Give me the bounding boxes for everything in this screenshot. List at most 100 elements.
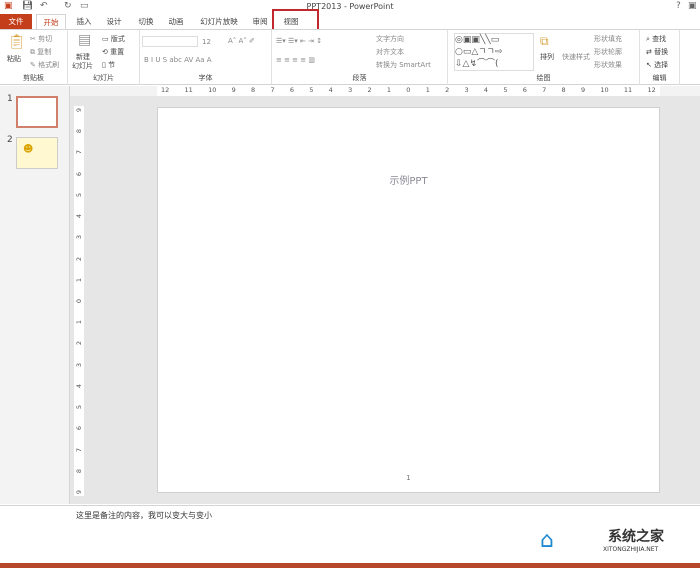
cut-button[interactable]: ✂ 剪切: [30, 34, 52, 44]
align-text-button[interactable]: 对齐文本: [376, 47, 404, 57]
list-icons[interactable]: ☰▾ ☰▾ ⇤ ⇥ ↕: [276, 37, 322, 45]
ruler-tick-label: 3: [74, 362, 83, 367]
ruler-tick-label: 1: [74, 277, 83, 282]
quick-styles-button[interactable]: 快速样式: [562, 52, 590, 62]
select-label: 选择: [654, 61, 669, 69]
tab-transitions[interactable]: 切换: [134, 14, 158, 29]
ribbon-tabs: 文件 开始 插入 设计 切换 动画 幻灯片放映 审阅 视图: [0, 14, 700, 29]
tab-home[interactable]: 开始: [36, 14, 66, 29]
ruler-tick-label: 8: [251, 86, 256, 94]
slide-page-number: 1: [406, 474, 411, 482]
ruler-tick-label: 12: [161, 86, 170, 94]
layout-button[interactable]: ▭ 版式: [102, 34, 125, 44]
notes-pane[interactable]: 这里是备注的内容，我可以变大与变小 ⌂ 系统之家 XITONGZHIJIA.NE…: [0, 505, 700, 563]
tab-file[interactable]: 文件: [0, 14, 32, 29]
emoji-image: ☻: [23, 144, 34, 155]
tab-insert[interactable]: 插入: [72, 14, 96, 29]
shape-effects-button[interactable]: 形状效果: [594, 60, 622, 70]
font-size-input[interactable]: 12: [202, 38, 211, 46]
find-label: 查找: [652, 35, 667, 43]
grow-shrink-font-icon[interactable]: A˄ A˅ ✐: [228, 37, 255, 45]
ruler-tick-label: 3: [74, 235, 83, 240]
ruler-tick-label: 2: [367, 86, 372, 94]
paste-button[interactable]: 粘贴: [7, 54, 21, 64]
ruler-tick-label: 3: [348, 86, 353, 94]
slide-thumbnail-1[interactable]: [16, 96, 58, 128]
ruler-tick-label: 7: [74, 150, 83, 155]
group-label: 幻灯片: [93, 74, 114, 82]
ruler-tick-label: 6: [74, 426, 83, 431]
ruler-tick-label: 4: [328, 86, 333, 94]
ruler-tick-label: 12: [647, 86, 656, 94]
new-slide-label-2[interactable]: 幻灯片: [72, 61, 93, 71]
shapes-gallery[interactable]: ◎▣▣╲╲▭ ○▭△ㄱㄱ⇨ ⇩△↯⌒⌒(: [454, 33, 534, 71]
ruler-tick-label: 1: [425, 86, 430, 94]
ribbon: 📋︎ 粘贴 ✂ 剪切 ⧉ 复制 ✎ 格式刷 剪贴板 ▤ 新建 幻灯片 ▭ 版式 …: [0, 29, 700, 85]
text-direction-button[interactable]: 文字方向: [376, 34, 404, 44]
ruler-tick-label: 4: [74, 214, 83, 219]
tab-review[interactable]: 审阅: [248, 14, 272, 29]
ruler-tick-label: 2: [445, 86, 450, 94]
shape-fill-button[interactable]: 形状填充: [594, 34, 622, 44]
ruler-tick-label: 9: [231, 86, 236, 94]
font-name-input[interactable]: [142, 36, 198, 47]
ruler-tick-label: 1: [386, 86, 392, 94]
reset-button[interactable]: ⟲ 重置: [102, 47, 124, 57]
group-label: 段落: [352, 74, 367, 82]
ruler-tick-label: 8: [561, 86, 566, 94]
format-painter-button[interactable]: ✎ 格式刷: [30, 60, 59, 70]
group-label: 绘图: [536, 74, 551, 82]
replace-button[interactable]: ⇄ 替换: [646, 47, 668, 57]
copy-label: 复制: [37, 48, 52, 56]
ruler-ticks: 12 11 10 9 8 7 6 5 4 3 2 1 0 1 2 3 4 5 6 7 8 9 10 11 12: [157, 86, 660, 96]
ribbon-display-options-icon[interactable]: ▣: [688, 1, 697, 11]
slide-thumbnail-2[interactable]: ☻: [16, 137, 58, 169]
reset-label: 重置: [110, 48, 125, 56]
help-button[interactable]: ?: [676, 1, 681, 11]
vertical-ruler: 9 8 7 6 5 4 3 2 1 0 1 2 3 4 5 6 7 8 9: [74, 106, 84, 496]
ruler-tick-label: 5: [503, 86, 508, 94]
ruler-tick-label: 6: [522, 86, 527, 94]
watermark-url: XITONGZHIJIA.NET: [603, 546, 659, 553]
group-label: 字体: [198, 74, 213, 82]
ruler-tick-label: 9: [580, 86, 586, 94]
tab-design[interactable]: 设计: [102, 14, 126, 29]
title-bar: ▣ 💾︎ ↶ ↻ ▭ PPT2013 - PowerPoint ? ▣: [0, 0, 700, 14]
ruler-tick-label: 7: [74, 447, 83, 452]
align-icons[interactable]: ≡ ≡ ≡ ≡ ▥: [276, 56, 315, 64]
copy-button[interactable]: ⧉ 复制: [30, 47, 51, 57]
arrange-button[interactable]: 排列: [540, 52, 554, 62]
notes-text[interactable]: 这里是备注的内容，我可以变大与变小: [76, 510, 212, 521]
new-slide-icon: ▤: [78, 32, 92, 48]
tab-animations[interactable]: 动画: [164, 14, 188, 29]
cut-label: 剪切: [38, 35, 53, 43]
find-button[interactable]: ⌕ 查找: [646, 34, 666, 44]
slide-thumbnail-pane: 1 2 ☻: [0, 86, 70, 504]
thumb-number: 1: [7, 94, 13, 104]
section-label: 节: [108, 61, 116, 69]
shape-outline-button[interactable]: 形状轮廓: [594, 47, 622, 57]
group-label: 编辑: [652, 74, 667, 82]
ruler-tick-label: 8: [74, 468, 83, 473]
font-group: 12 A˄ A˅ ✐ B I U S abc AV Aa A 字体: [140, 30, 272, 85]
ruler-tick-label: 2: [74, 341, 83, 346]
font-format-icons[interactable]: B I U S abc AV Aa A: [144, 56, 212, 64]
tab-slideshow[interactable]: 幻灯片放映: [196, 14, 242, 29]
slide-title[interactable]: 示例PPT: [158, 172, 659, 187]
section-button[interactable]: ▯ 节: [102, 60, 115, 70]
smartart-button[interactable]: 转换为 SmartArt: [376, 60, 431, 70]
editing-group: ⌕ 查找 ⇄ 替换 ↖ 选择 编辑: [640, 30, 680, 85]
ruler-tick-label: 10: [600, 86, 609, 94]
ruler-tick-label: 4: [483, 86, 489, 94]
slides-group: ▤ 新建 幻灯片 ▭ 版式 ⟲ 重置 ▯ 节 幻灯片: [68, 30, 140, 85]
status-bar-strip: [0, 563, 700, 568]
ruler-tick-label: 7: [270, 86, 275, 94]
ruler-tick-label: 6: [74, 171, 83, 176]
ruler-tick-label: 1: [74, 320, 83, 325]
select-button[interactable]: ↖ 选择: [646, 60, 668, 70]
clipboard-group: 📋︎ 粘贴 ✂ 剪切 ⧉ 复制 ✎ 格式刷 剪贴板: [0, 30, 68, 85]
ruler-tick-label: 9: [74, 489, 83, 495]
slide-canvas[interactable]: 示例PPT 1: [157, 107, 660, 493]
ruler-tick-label: 4: [74, 383, 83, 388]
ruler-tick-label: 11: [623, 86, 633, 94]
